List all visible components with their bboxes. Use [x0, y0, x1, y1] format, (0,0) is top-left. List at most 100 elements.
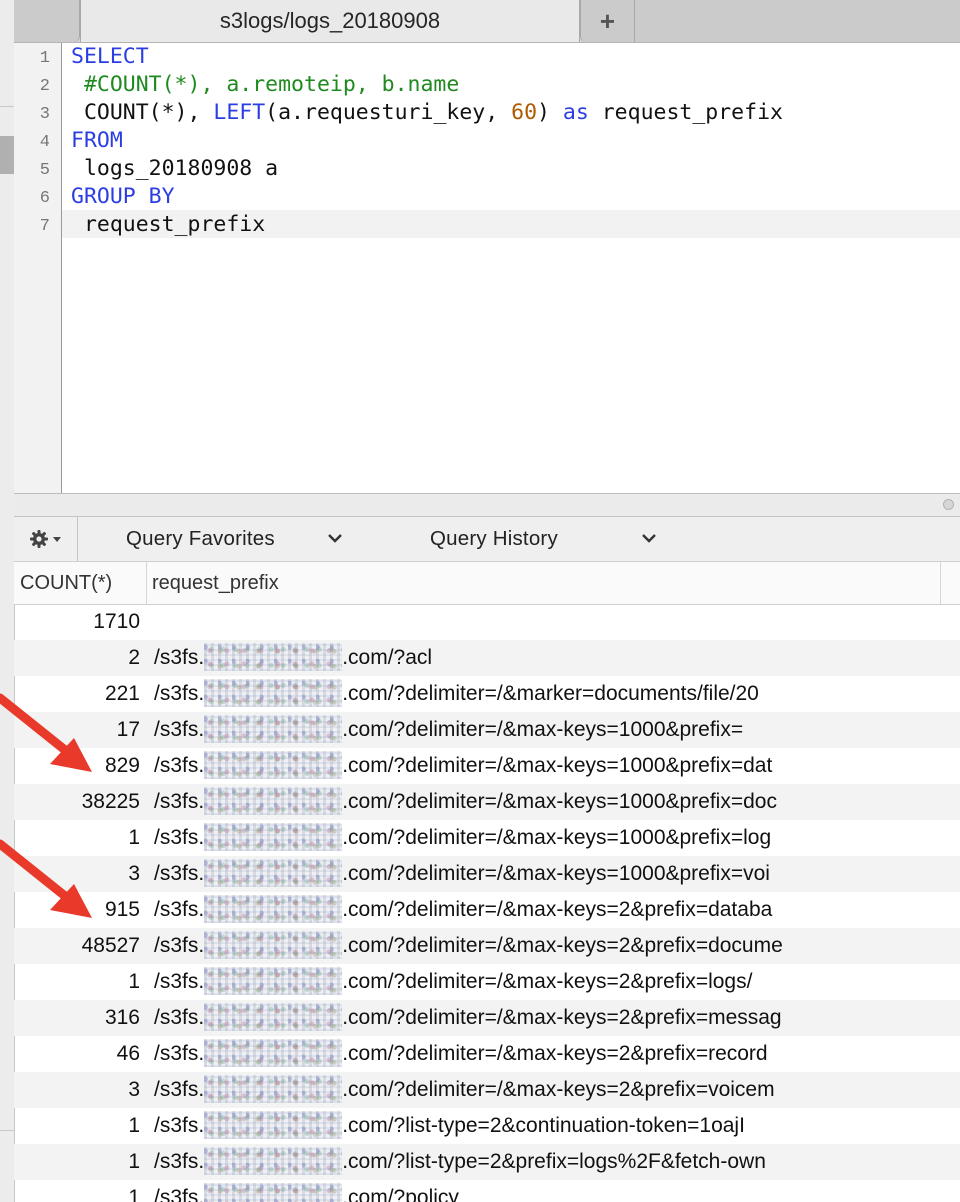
line-number: 4	[39, 133, 50, 152]
line-number: 1	[39, 49, 50, 68]
prefix-end: .com/?delimiter=/&max-keys=2&prefix=voic…	[342, 1078, 775, 1101]
redacted-hostname	[204, 643, 343, 671]
query-toolbar: Query Favorites Query History	[14, 517, 960, 562]
code-token: request_prefix	[588, 100, 783, 125]
table-row[interactable]: 221/s3fs. .com/?delimiter=/&marker=docume…	[14, 676, 960, 712]
count-cell: 48527	[81, 934, 140, 957]
prefix-start: /s3fs.	[154, 718, 205, 741]
prefix-end: .com/?delimiter=/&max-keys=2&prefix=logs…	[342, 970, 753, 993]
sidebar-divider	[0, 106, 14, 107]
code-token: GROUP BY	[71, 184, 175, 209]
prefix-end: .com/?delimiter=/&max-keys=2&prefix=data…	[342, 898, 773, 921]
code-token: 60	[511, 100, 538, 125]
code-line: COUNT(*), LEFT(a.requesturi_key, 60) as …	[71, 99, 783, 127]
code-token: #COUNT(*), a.remoteip, b.name	[71, 72, 460, 97]
code-token: SELECT	[71, 44, 149, 69]
prefix-start: /s3fs.	[154, 898, 205, 921]
prefix-end: .com/?acl	[342, 646, 433, 669]
prefix-start: /s3fs.	[154, 1042, 205, 1065]
count-cell: 17	[116, 718, 140, 741]
request-prefix-cell: /s3fs. .com/?delimiter=/&max-keys=1000&pr…	[154, 784, 777, 820]
table-row[interactable]: 915/s3fs. .com/?delimiter=/&max-keys=2&pr…	[14, 892, 960, 928]
table-row[interactable]: 38225/s3fs. .com/?delimiter=/&max-keys=10…	[14, 784, 960, 820]
results-header: COUNT(*) request_prefix	[14, 562, 960, 605]
redacted-hostname	[204, 787, 343, 815]
new-tab-button[interactable]: +	[581, 0, 635, 42]
prefix-start: /s3fs.	[154, 1006, 205, 1029]
redacted-hostname	[204, 967, 343, 995]
table-row[interactable]: 2/s3fs. .com/?acl	[14, 640, 960, 676]
prefix-end: .com/?policy	[342, 1186, 459, 1202]
tab-active[interactable]: s3logs/logs_20180908	[80, 0, 580, 42]
prefix-start: /s3fs.	[154, 1186, 205, 1202]
prefix-end: .com/?delimiter=/&max-keys=1000&prefix=l…	[342, 826, 772, 849]
request-prefix-cell: /s3fs. .com/?delimiter=/&max-keys=2&prefi…	[154, 1000, 782, 1036]
table-row[interactable]: 46/s3fs. .com/?delimiter=/&max-keys=2&pre…	[14, 1036, 960, 1072]
left-sidebar-strip	[0, 0, 15, 1202]
request-prefix-cell: /s3fs. .com/?policy	[154, 1180, 459, 1202]
redacted-hostname	[204, 751, 343, 779]
table-row[interactable]: 316/s3fs. .com/?delimiter=/&max-keys=2&pr…	[14, 1000, 960, 1036]
sidebar-scroll-thumb[interactable]	[0, 136, 14, 174]
request-prefix-cell: /s3fs. .com/?acl	[154, 640, 432, 676]
chevron-down-icon	[642, 534, 656, 543]
table-row[interactable]: 1/s3fs. .com/?delimiter=/&max-keys=1000&p…	[14, 820, 960, 856]
table-row[interactable]: 3/s3fs. .com/?delimiter=/&max-keys=2&pref…	[14, 1072, 960, 1108]
table-row[interactable]: 1/s3fs. .com/?list-type=2&continuation-to…	[14, 1108, 960, 1144]
column-header-count[interactable]: COUNT(*)	[20, 562, 147, 604]
prefix-end: .com/?delimiter=/&max-keys=1000&prefix=v…	[342, 862, 770, 885]
gear-menu-button[interactable]	[14, 517, 78, 561]
column-header-request-prefix[interactable]: request_prefix	[152, 562, 941, 604]
table-row[interactable]: 1710	[14, 604, 960, 640]
request-prefix-cell: /s3fs. .com/?delimiter=/&max-keys=2&prefi…	[154, 964, 752, 1000]
request-prefix-cell: /s3fs. .com/?delimiter=/&max-keys=2&prefi…	[154, 892, 772, 928]
prefix-start: /s3fs.	[154, 790, 205, 813]
gear-icon	[29, 530, 61, 548]
pane-splitter[interactable]	[14, 494, 960, 517]
count-cell: 221	[104, 682, 140, 705]
request-prefix-cell: /s3fs. .com/?delimiter=/&max-keys=1000&pr…	[154, 712, 743, 748]
query-favorites-button[interactable]: Query Favorites	[126, 517, 386, 561]
table-row[interactable]: 1/s3fs. .com/?delimiter=/&max-keys=2&pref…	[14, 964, 960, 1000]
request-prefix-cell: /s3fs. .com/?delimiter=/&max-keys=2&prefi…	[154, 1072, 775, 1108]
count-cell: 46	[116, 1042, 140, 1065]
sql-editor[interactable]: 1 2 3 4 5 6 7 SELECT #COUNT(*), a.remoteip, b.…	[14, 43, 960, 494]
table-row[interactable]: 17/s3fs. .com/?delimiter=/&max-keys=1000&…	[14, 712, 960, 748]
count-cell: 3	[128, 862, 140, 885]
tab-previous[interactable]	[14, 0, 80, 42]
prefix-start: /s3fs.	[154, 1078, 205, 1101]
redacted-hostname	[204, 679, 343, 707]
redacted-hostname	[204, 1003, 343, 1031]
redacted-hostname	[204, 931, 343, 959]
prefix-end: .com/?delimiter=/&max-keys=2&prefix=mess…	[342, 1006, 782, 1029]
plus-icon: +	[599, 5, 616, 36]
redacted-hostname	[204, 859, 343, 887]
request-prefix-cell: /s3fs. .com/?delimiter=/&max-keys=2&prefi…	[154, 1036, 768, 1072]
count-cell: 1	[128, 970, 140, 993]
prefix-start: /s3fs.	[154, 934, 205, 957]
splitter-handle-icon[interactable]	[943, 499, 954, 510]
prefix-start: /s3fs.	[154, 682, 205, 705]
code-token: LEFT	[213, 100, 266, 125]
count-cell: 2	[128, 646, 140, 669]
count-cell: 1	[128, 1150, 140, 1173]
count-cell: 1	[128, 826, 140, 849]
query-history-button[interactable]: Query History	[430, 517, 690, 561]
code-line: SELECT	[71, 43, 149, 71]
table-row[interactable]: 829/s3fs. .com/?delimiter=/&max-keys=1000…	[14, 748, 960, 784]
prefix-end: .com/?delimiter=/&max-keys=2&prefix=docu…	[342, 934, 783, 957]
new-tab-area: +	[580, 0, 960, 42]
code-token: )	[537, 100, 563, 125]
table-row[interactable]: 3/s3fs. .com/?delimiter=/&max-keys=1000&p…	[14, 856, 960, 892]
table-row[interactable]: 1/s3fs. .com/?policy	[14, 1180, 960, 1202]
tab-bar: s3logs/logs_20180908 +	[14, 0, 960, 43]
request-prefix-cell: /s3fs. .com/?delimiter=/&max-keys=1000&pr…	[154, 748, 772, 784]
table-row[interactable]: 1/s3fs. .com/?list-type=2&prefix=logs%2F&…	[14, 1144, 960, 1180]
tab-title: s3logs/logs_20180908	[219, 8, 441, 33]
prefix-start: /s3fs.	[154, 646, 205, 669]
redacted-hostname	[204, 1039, 343, 1067]
count-cell: 829	[104, 754, 140, 777]
table-row[interactable]: 48527/s3fs. .com/?delimiter=/&max-keys=2&…	[14, 928, 960, 964]
count-cell: 3	[128, 1078, 140, 1101]
query-history-label: Query History	[430, 527, 558, 550]
